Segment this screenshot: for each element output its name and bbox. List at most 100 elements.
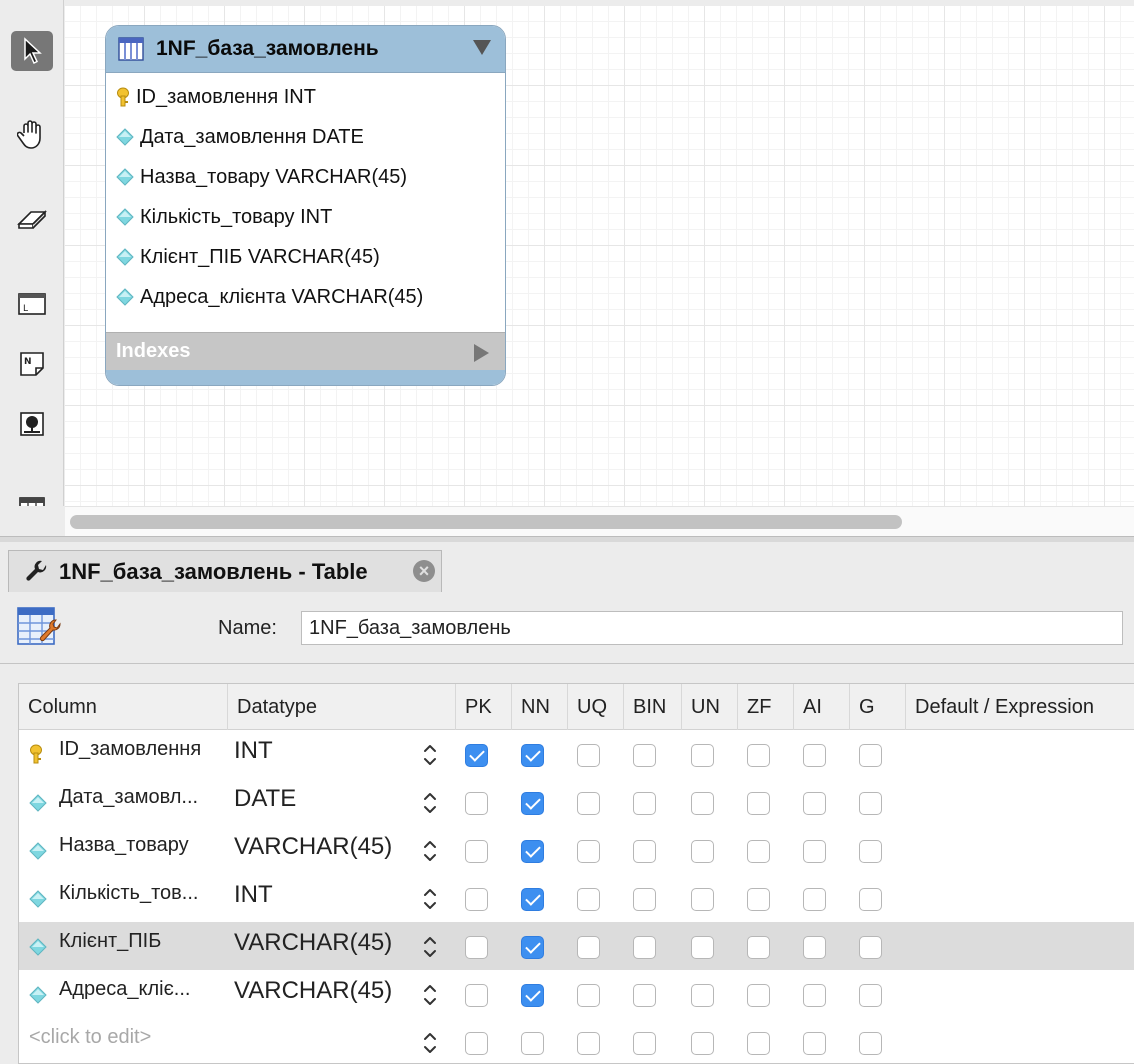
- pk-checkbox[interactable]: [465, 936, 488, 959]
- bin-checkbox[interactable]: [633, 984, 656, 1007]
- entity-table-box[interactable]: 1NF_база_замовлень ID_замовлення INT Дата…: [105, 25, 506, 386]
- un-checkbox[interactable]: [691, 1032, 714, 1055]
- ai-checkbox[interactable]: [803, 840, 826, 863]
- note-tool-button[interactable]: N: [11, 344, 53, 384]
- datatype-stepper-icon[interactable]: [421, 1030, 439, 1056]
- pk-checkbox[interactable]: [465, 840, 488, 863]
- eraser-tool-button[interactable]: [11, 199, 53, 239]
- column-name-cell[interactable]: Клієнт_ПІБ: [19, 922, 227, 970]
- datatype-cell[interactable]: INT: [234, 881, 273, 909]
- uq-checkbox[interactable]: [577, 984, 600, 1007]
- ai-checkbox[interactable]: [803, 888, 826, 911]
- uq-checkbox[interactable]: [577, 840, 600, 863]
- g-checkbox[interactable]: [859, 792, 882, 815]
- datatype-stepper-icon[interactable]: [421, 886, 439, 912]
- bin-checkbox[interactable]: [633, 936, 656, 959]
- column-header-column[interactable]: Column: [19, 684, 227, 730]
- pk-checkbox[interactable]: [465, 1032, 488, 1055]
- nn-checkbox[interactable]: [521, 840, 544, 863]
- column-name-cell[interactable]: Назва_товару: [19, 826, 227, 874]
- default-expression-cell[interactable]: [906, 778, 1134, 826]
- nn-checkbox[interactable]: [521, 1032, 544, 1055]
- column-header-bin[interactable]: BIN: [623, 684, 681, 730]
- default-expression-cell[interactable]: [906, 1018, 1134, 1063]
- nn-checkbox[interactable]: [521, 888, 544, 911]
- datatype-cell[interactable]: DATE: [234, 785, 296, 813]
- g-checkbox[interactable]: [859, 744, 882, 767]
- g-checkbox[interactable]: [859, 984, 882, 1007]
- column-header-datatype[interactable]: Datatype: [227, 684, 455, 730]
- datatype-cell[interactable]: VARCHAR(45): [234, 833, 392, 861]
- un-checkbox[interactable]: [691, 840, 714, 863]
- column-name-cell[interactable]: Дата_замовл...: [19, 778, 227, 826]
- entity-column-row[interactable]: Клієнт_ПІБ VARCHAR(45): [106, 237, 505, 277]
- table-row[interactable]: Кількість_тов... INT: [19, 874, 1134, 922]
- column-header-g[interactable]: G: [849, 684, 905, 730]
- datatype-stepper-icon[interactable]: [421, 790, 439, 816]
- entity-column-row[interactable]: Кількість_товару INT: [106, 197, 505, 237]
- datatype-stepper-icon[interactable]: [421, 742, 439, 768]
- pk-checkbox[interactable]: [465, 744, 488, 767]
- entity-column-row[interactable]: Адреса_клієнта VARCHAR(45): [106, 277, 505, 317]
- datatype-stepper-icon[interactable]: [421, 934, 439, 960]
- column-header-default-expression[interactable]: Default / Expression: [905, 684, 1134, 730]
- column-name-cell[interactable]: Адреса_кліє...: [19, 970, 227, 1018]
- ai-checkbox[interactable]: [803, 792, 826, 815]
- column-name-cell[interactable]: Кількість_тов...: [19, 874, 227, 922]
- pointer-tool-button[interactable]: [11, 31, 53, 71]
- horizontal-scrollbar[interactable]: [65, 506, 1134, 536]
- pk-checkbox[interactable]: [465, 888, 488, 911]
- g-checkbox[interactable]: [859, 1032, 882, 1055]
- diagram-canvas[interactable]: 1NF_база_замовлень ID_замовлення INT Дата…: [65, 6, 1134, 506]
- nn-checkbox[interactable]: [521, 984, 544, 1007]
- table-row[interactable]: Клієнт_ПІБ VARCHAR(45): [19, 922, 1134, 970]
- default-expression-cell[interactable]: [906, 922, 1134, 970]
- un-checkbox[interactable]: [691, 936, 714, 959]
- uq-checkbox[interactable]: [577, 888, 600, 911]
- table-row[interactable]: ID_замовлення INT: [19, 730, 1134, 778]
- column-name-cell[interactable]: <click to edit>: [19, 1018, 227, 1063]
- zf-checkbox[interactable]: [747, 840, 770, 863]
- table-row[interactable]: Назва_товару VARCHAR(45): [19, 826, 1134, 874]
- default-expression-cell[interactable]: [906, 826, 1134, 874]
- nn-checkbox[interactable]: [521, 936, 544, 959]
- un-checkbox[interactable]: [691, 888, 714, 911]
- zf-checkbox[interactable]: [747, 1032, 770, 1055]
- expand-arrow-icon[interactable]: [474, 344, 489, 362]
- zf-checkbox[interactable]: [747, 984, 770, 1007]
- datatype-stepper-icon[interactable]: [421, 838, 439, 864]
- g-checkbox[interactable]: [859, 840, 882, 863]
- g-checkbox[interactable]: [859, 888, 882, 911]
- default-expression-cell[interactable]: [906, 970, 1134, 1018]
- column-header-uq[interactable]: UQ: [567, 684, 623, 730]
- uq-checkbox[interactable]: [577, 1032, 600, 1055]
- ai-checkbox[interactable]: [803, 1032, 826, 1055]
- bin-checkbox[interactable]: [633, 792, 656, 815]
- entity-column-row[interactable]: Дата_замовлення DATE: [106, 117, 505, 157]
- collapse-arrow-icon[interactable]: [473, 40, 491, 55]
- new-column-row[interactable]: <click to edit>: [19, 1018, 1134, 1063]
- uq-checkbox[interactable]: [577, 792, 600, 815]
- zf-checkbox[interactable]: [747, 936, 770, 959]
- uq-checkbox[interactable]: [577, 936, 600, 959]
- editor-tab[interactable]: 1NF_база_замовлень - Table ×: [8, 550, 442, 592]
- un-checkbox[interactable]: [691, 792, 714, 815]
- table-row[interactable]: Адреса_кліє... VARCHAR(45): [19, 970, 1134, 1018]
- zf-checkbox[interactable]: [747, 792, 770, 815]
- zf-checkbox[interactable]: [747, 888, 770, 911]
- ai-checkbox[interactable]: [803, 744, 826, 767]
- bin-checkbox[interactable]: [633, 744, 656, 767]
- pk-checkbox[interactable]: [465, 792, 488, 815]
- entity-header[interactable]: 1NF_база_замовлень: [106, 26, 505, 73]
- table-name-input[interactable]: [301, 611, 1123, 645]
- layer-tool-button[interactable]: L: [11, 284, 53, 324]
- nn-checkbox[interactable]: [521, 744, 544, 767]
- bin-checkbox[interactable]: [633, 888, 656, 911]
- bin-checkbox[interactable]: [633, 1032, 656, 1055]
- g-checkbox[interactable]: [859, 936, 882, 959]
- hand-tool-button[interactable]: [11, 114, 53, 154]
- bin-checkbox[interactable]: [633, 840, 656, 863]
- column-header-pk[interactable]: PK: [455, 684, 511, 730]
- entity-column-row[interactable]: Назва_товару VARCHAR(45): [106, 157, 505, 197]
- column-name-cell[interactable]: ID_замовлення: [19, 730, 227, 778]
